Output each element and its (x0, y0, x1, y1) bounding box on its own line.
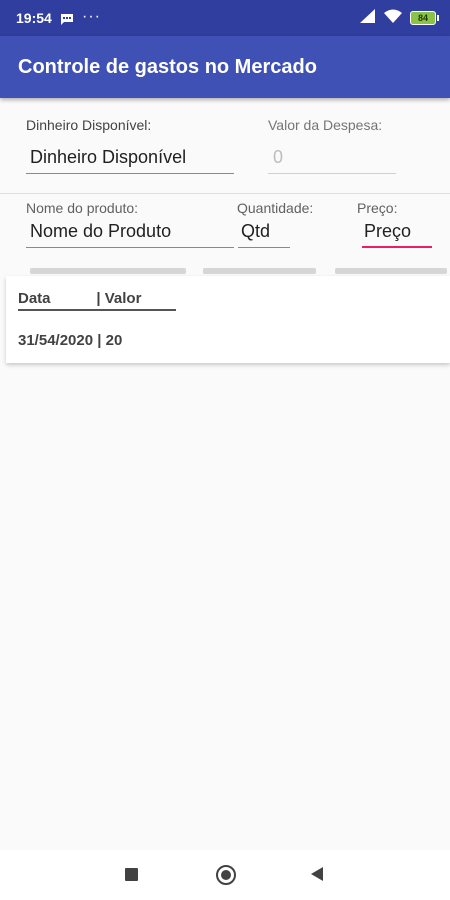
status-bar: 19:54 ··· 84 (0, 0, 450, 36)
battery-icon: 84 (410, 11, 439, 25)
product-name-input[interactable]: Nome do Produto (26, 218, 234, 248)
signal-icon (360, 8, 376, 28)
recent-apps-icon[interactable] (125, 868, 138, 881)
more-notifications-icon: ··· (82, 8, 101, 25)
expense-value-label: Valor da Despesa: (268, 117, 383, 133)
quantity-input[interactable]: Qtd (238, 218, 290, 248)
status-time: 19:54 (16, 10, 52, 26)
action-button-3[interactable] (335, 268, 447, 274)
app-title: Controle de gastos no Mercado (18, 56, 317, 78)
app-bar: Controle de gastos no Mercado (0, 36, 450, 98)
back-icon[interactable] (311, 867, 323, 881)
list-item[interactable]: 31/54/2020 | 20 (18, 332, 122, 349)
action-button-1[interactable] (30, 268, 186, 274)
navigation-bar (0, 850, 450, 900)
price-input[interactable]: Preço (362, 218, 432, 248)
home-icon[interactable] (216, 865, 236, 885)
section-divider (0, 193, 450, 194)
message-icon (60, 12, 74, 30)
price-label: Preço: (357, 200, 398, 216)
list-header: Data | Valor (18, 290, 176, 311)
wifi-icon (384, 9, 402, 28)
product-name-label: Nome do produto: (26, 200, 139, 216)
action-button-2[interactable] (203, 268, 316, 274)
available-money-input[interactable]: Dinheiro Disponível (26, 144, 234, 174)
expense-list-card: Data | Valor 31/54/2020 | 20 (6, 276, 450, 363)
quantity-label: Quantidade: (237, 200, 314, 216)
expense-value-field: 0 (268, 144, 396, 174)
available-money-label: Dinheiro Disponível: (26, 117, 152, 133)
